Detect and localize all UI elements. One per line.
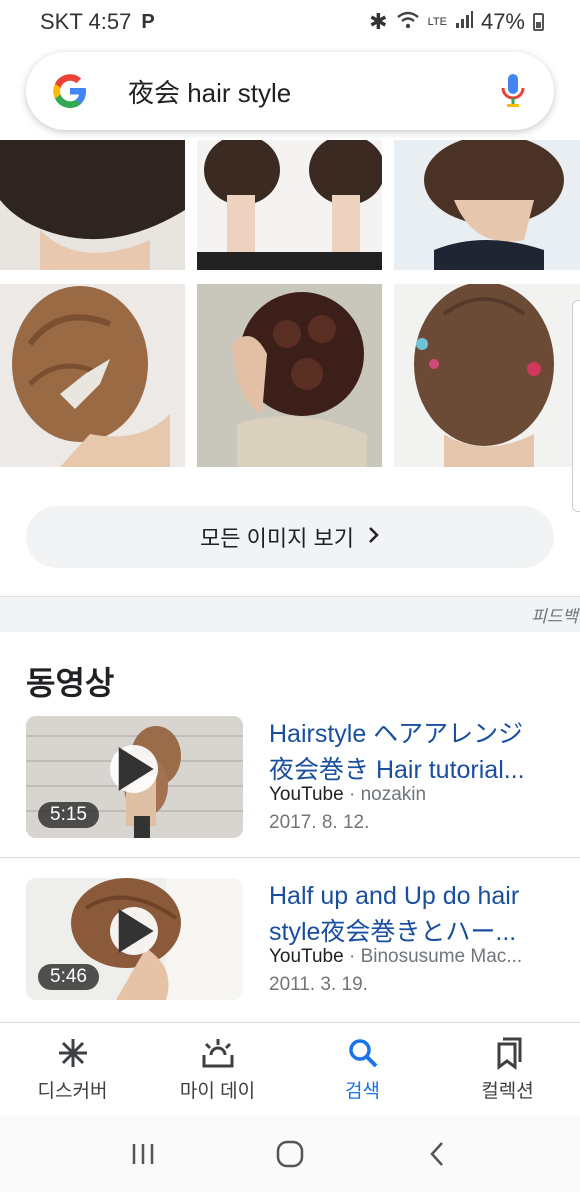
- chevron-right-icon: [368, 524, 380, 550]
- video-duration: 5:15: [38, 802, 99, 828]
- bottom-navigation: 디스커버 마이 데이 검색 컬렉션: [0, 1022, 580, 1116]
- see-all-label: 모든 이미지 보기: [200, 526, 354, 551]
- video-title[interactable]: Hairstyle ヘアアレンジ 夜会巻き Hair tutorial...: [269, 716, 559, 788]
- nav-label: 마이 데이: [179, 1081, 256, 1102]
- google-logo-icon[interactable]: [50, 71, 90, 111]
- nav-discover[interactable]: 디스커버: [0, 1023, 145, 1116]
- see-all-images-button[interactable]: 모든 이미지 보기: [26, 506, 554, 568]
- image-result[interactable]: [394, 140, 580, 270]
- network-type: LTE: [427, 16, 447, 28]
- sunrise-icon: [201, 1036, 235, 1070]
- home-icon[interactable]: [260, 1124, 320, 1184]
- image-result[interactable]: [0, 284, 185, 467]
- collections-icon: [491, 1036, 525, 1070]
- battery-level: 47%: [480, 9, 525, 34]
- p-notification-icon: P: [141, 10, 155, 33]
- status-bar: SKT 4:57 P ✱ LTE 47%: [0, 0, 580, 44]
- play-icon[interactable]: [110, 907, 158, 955]
- video-thumbnail[interactable]: 5:46: [26, 878, 243, 1000]
- search-input[interactable]: 夜会 hair style: [128, 73, 496, 110]
- mic-icon[interactable]: [496, 71, 530, 111]
- carrier-time: SKT 4:57: [40, 9, 132, 34]
- video-date: 2011. 3. 19.: [269, 974, 368, 995]
- recent-apps-icon[interactable]: [113, 1124, 173, 1184]
- image-result[interactable]: [0, 140, 185, 270]
- search-icon: [346, 1036, 380, 1070]
- videos-section-title: 동영상: [26, 665, 115, 701]
- video-title[interactable]: Half up and Up do hair style夜会巻きとハー...: [269, 878, 559, 950]
- asterisk-icon: [56, 1036, 90, 1070]
- play-icon[interactable]: [110, 745, 158, 793]
- video-date: 2017. 8. 12.: [269, 812, 370, 833]
- nav-label: 컬렉션: [481, 1081, 534, 1102]
- search-bar[interactable]: 夜会 hair style: [26, 52, 554, 130]
- image-result[interactable]: [394, 284, 580, 467]
- video-source: YouTube · nozakin: [269, 784, 427, 805]
- image-result[interactable]: [197, 284, 382, 467]
- section-divider: [0, 596, 580, 632]
- video-result[interactable]: 5:15 Hairstyle ヘアアレンジ 夜会巻き Hair tutorial…: [0, 716, 580, 880]
- nav-collections[interactable]: 컬렉션: [435, 1023, 580, 1116]
- system-navigation-bar: [0, 1116, 580, 1192]
- scroll-handle[interactable]: [572, 300, 580, 512]
- image-result[interactable]: [197, 140, 382, 270]
- video-duration: 5:46: [38, 964, 99, 990]
- nav-search[interactable]: 검색: [290, 1023, 435, 1116]
- signal-icon: [455, 9, 473, 35]
- back-icon[interactable]: [407, 1124, 467, 1184]
- feedback-link[interactable]: 피드백: [531, 602, 578, 627]
- bluetooth-icon: ✱: [369, 9, 388, 34]
- battery-icon: [533, 13, 544, 31]
- video-source: YouTube · Binosusume Mac...: [269, 946, 523, 967]
- nav-label: 디스커버: [37, 1081, 108, 1102]
- row-divider: [0, 857, 580, 858]
- video-result[interactable]: 5:46 Half up and Up do hair style夜会巻きとハー…: [0, 878, 580, 1042]
- nav-label: 검색: [345, 1081, 380, 1102]
- nav-my-day[interactable]: 마이 데이: [145, 1023, 290, 1116]
- video-thumbnail[interactable]: 5:15: [26, 716, 243, 838]
- wifi-icon: [396, 9, 420, 35]
